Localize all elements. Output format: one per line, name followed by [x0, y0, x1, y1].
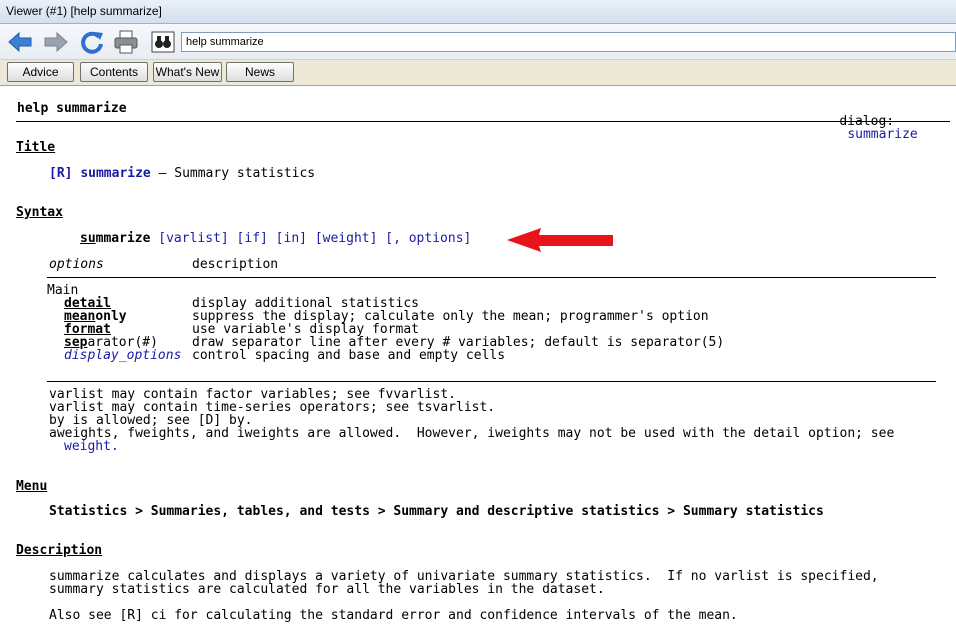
command-address-input[interactable]: help summarize	[181, 32, 956, 52]
help-nav-bar: Advice Contents What's New News	[0, 60, 956, 86]
option-display-options: display_options	[64, 349, 181, 362]
forward-arrow-icon[interactable]	[42, 28, 70, 56]
header-divider	[16, 121, 950, 122]
whats-new-button[interactable]: What's New	[153, 62, 222, 82]
window-title: Viewer (#1) [help summarize]	[6, 4, 162, 18]
dialog-summarize-link[interactable]: summarize	[847, 127, 917, 142]
options-col-header: options	[49, 257, 104, 272]
title-dash: —	[150, 166, 175, 181]
options-table-top-rule	[47, 277, 936, 278]
print-icon[interactable]	[112, 28, 140, 56]
manual-ref-link[interactable]: [R]	[49, 166, 72, 181]
also-see-line: Also see [R] ci for calculating the stan…	[49, 608, 738, 623]
window-titlebar: Viewer (#1) [help summarize]	[0, 0, 956, 24]
description-col-header: description	[192, 257, 279, 272]
syntax-cmd-rest: mmarize	[95, 231, 151, 246]
summarize-link[interactable]: summarize	[80, 166, 150, 181]
syntax-line: summarize [varlist] [if] [in] [weight] […	[80, 232, 471, 245]
news-button[interactable]: News	[226, 62, 294, 82]
description-line-2: summary statistics are calculated for al…	[49, 582, 605, 597]
syntax-heading: Syntax	[16, 205, 63, 220]
options-table-bottom-rule	[47, 381, 936, 382]
option-display-options-link[interactable]: display_options	[64, 348, 181, 363]
option-display-options-desc: control spacing and base and empty cells	[192, 348, 506, 363]
description-heading: Description	[16, 543, 103, 558]
menu-heading: Menu	[16, 479, 48, 494]
title-heading: Title	[16, 140, 56, 155]
toolbar: help summarize	[0, 24, 956, 60]
help-content: help summarize dialog: summarize Title […	[0, 86, 956, 636]
back-arrow-icon[interactable]	[6, 28, 34, 56]
advice-button[interactable]: Advice	[7, 62, 74, 82]
help-header-command: help summarize	[17, 101, 127, 116]
refresh-icon[interactable]	[78, 28, 106, 56]
annotation-arrow-icon	[507, 228, 613, 252]
syntax-args[interactable]: [varlist] [if] [in] [weight] [, options]	[150, 231, 471, 246]
title-desc: Summary statistics	[174, 166, 316, 181]
weight-link[interactable]: weight.	[64, 440, 119, 453]
note-weights: aweights, fweights, and iweights are all…	[49, 426, 895, 441]
search-binoculars-icon[interactable]	[150, 28, 176, 56]
dialog-label: dialog: summarize	[808, 102, 917, 154]
contents-button[interactable]: Contents	[80, 62, 148, 82]
menu-path: Statistics > Summaries, tables, and test…	[49, 504, 824, 519]
title-line: [R] summarize — Summary statistics	[49, 167, 315, 180]
syntax-cmd-abbrev: su	[80, 231, 96, 246]
